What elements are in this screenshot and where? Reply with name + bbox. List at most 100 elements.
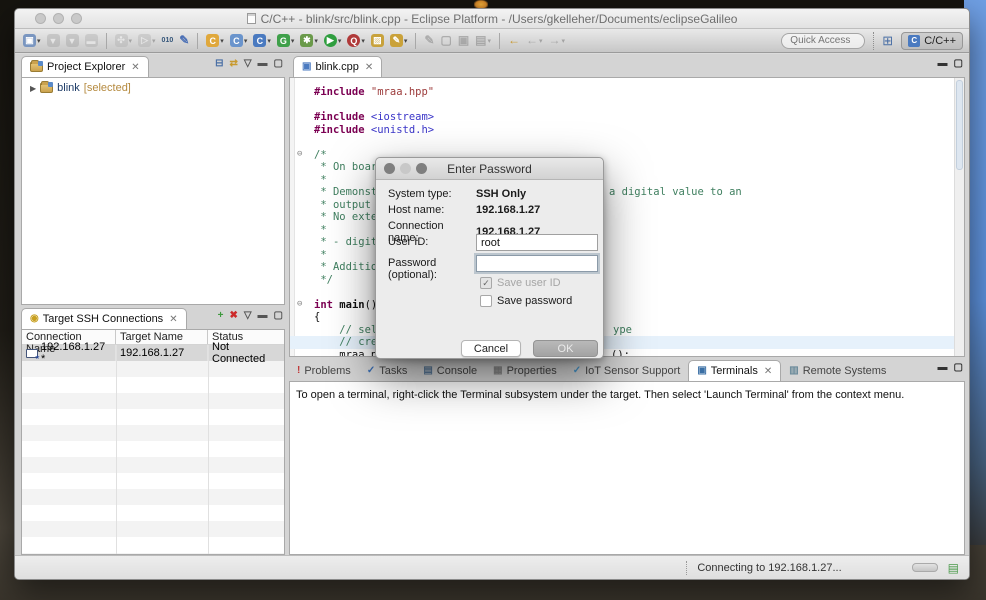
editor-scrollbar[interactable] [954, 78, 964, 356]
debug-icon[interactable]: ✱▾ [298, 33, 320, 48]
user-id-input[interactable] [476, 234, 598, 251]
open-perspective-icon[interactable]: ⊞ [882, 33, 893, 49]
view-menu-icon[interactable]: ▽ [244, 310, 252, 322]
checkbox-save-user-id[interactable]: ✓Save user ID [480, 277, 561, 289]
link-editor-icon[interactable]: ▣ [456, 33, 471, 48]
close-window-icon[interactable] [384, 163, 395, 174]
last-edit-location-icon[interactable]: ← [506, 33, 522, 48]
pin-editor-icon[interactable]: ▢ [438, 33, 453, 48]
close-icon[interactable]: ✕ [169, 314, 177, 325]
pencil-icon[interactable]: ✎ [422, 33, 436, 48]
password-input[interactable] [476, 255, 598, 272]
zoom-window-icon[interactable] [71, 13, 82, 24]
fold-minus-icon[interactable]: ⊖ [297, 150, 302, 159]
checkbox-save-password[interactable]: Save password [480, 295, 572, 307]
tab-iot-sensor-support[interactable]: ✓IoT Sensor Support [565, 360, 689, 381]
table-row[interactable]: 192.168.1.27 *192.168.1.27Not Connected [22, 345, 284, 361]
external-tools-icon[interactable]: ▷▾ [136, 33, 158, 48]
window-titlebar[interactable]: C/C++ - blink/src/blink.cpp - Eclipse Pl… [15, 9, 969, 29]
tree-item-blink[interactable]: ▶ blink [selected] [22, 78, 284, 94]
column-header[interactable]: Target Name [116, 330, 208, 344]
fold-minus-icon[interactable]: ⊖ [297, 300, 302, 309]
close-icon[interactable]: ✕ [365, 62, 373, 73]
enter-password-dialog: Enter Password System type:SSH OnlyHost … [375, 157, 604, 359]
binary-010-icon[interactable]: 010 [160, 36, 176, 45]
connection-icon [26, 349, 38, 358]
new-connection-icon[interactable]: + [218, 310, 224, 322]
search-icon[interactable]: ✎▾ [388, 33, 410, 48]
profile-icon[interactable]: Q▾ [345, 33, 367, 48]
layers-icon[interactable]: ▤▾ [473, 33, 493, 48]
minimize-icon[interactable]: ▬ [938, 58, 948, 70]
dropdown-arrow-icon: ▾ [220, 37, 224, 45]
console-log-icon[interactable]: ▤ [948, 562, 959, 574]
heap-status-icon[interactable] [912, 563, 938, 572]
iot-sensor-icon: ✓ [573, 366, 581, 376]
terminals-icon: ▣ [697, 366, 706, 376]
print-icon[interactable]: ▬ [83, 33, 100, 48]
maximize-icon[interactable]: ▢ [274, 310, 283, 322]
dropdown-arrow-icon: ▾ [338, 37, 342, 45]
column-divider [116, 345, 117, 554]
quill-icon[interactable]: ✎ [177, 33, 191, 48]
maximize-icon[interactable]: ▢ [954, 58, 963, 70]
delete-connection-icon[interactable]: ✖ [229, 310, 237, 322]
toolbar-separator [197, 33, 198, 49]
expand-arrow-icon[interactable]: ▶ [30, 84, 36, 93]
toolbar-separator [873, 32, 874, 50]
new-wizard-icon[interactable]: ▣▾ [21, 33, 43, 48]
dropdown-arrow-icon: ▾ [152, 37, 156, 45]
dropdown-arrow-icon: ▾ [314, 37, 318, 45]
dropdown-arrow-icon: ▾ [404, 37, 408, 45]
code-line [290, 136, 954, 149]
tab-target-ssh-connections[interactable]: ◉ Target SSH Connections ✕ [21, 308, 187, 329]
perspective-button-cpp[interactable]: C C/C++ [901, 32, 963, 50]
view-menu-icon[interactable]: ▽ [244, 58, 252, 70]
forward-icon[interactable]: →▾ [547, 33, 568, 48]
close-icon[interactable]: ✕ [131, 62, 139, 73]
problems-icon: ! [297, 366, 300, 376]
tab-terminals[interactable]: ▣Terminals✕ [688, 360, 781, 381]
minimize-icon[interactable]: ▬ [258, 58, 268, 70]
project-explorer-icon [30, 62, 43, 72]
tab-problems[interactable]: !Problems [289, 360, 359, 381]
make-targets-icon[interactable]: G▾ [275, 33, 297, 48]
c-element-icon[interactable]: C▾ [251, 33, 273, 48]
tab-project-explorer[interactable]: Project Explorer ✕ [21, 56, 149, 77]
close-icon[interactable]: ✕ [764, 366, 772, 377]
link-with-editor-icon[interactable]: ⇄ [229, 58, 237, 70]
tab-console[interactable]: ▤Console [415, 360, 485, 381]
open-resource-icon[interactable]: ▨ [369, 33, 386, 48]
run-icon[interactable]: ▶▾ [322, 33, 344, 48]
console-icon: ▤ [423, 366, 432, 376]
maximize-icon[interactable]: ▢ [954, 362, 963, 374]
tab-properties[interactable]: ▦Properties [485, 360, 565, 381]
quick-access-input[interactable] [781, 33, 865, 49]
tab-remote-systems[interactable]: ▥Remote Systems [781, 360, 894, 381]
minimize-icon[interactable]: ▬ [938, 362, 948, 374]
maximize-icon[interactable]: ▢ [274, 58, 283, 70]
ssh-connections-view: ◉ Target SSH Connections ✕ +✖▽▬▢ Connect… [21, 307, 285, 555]
tab-tasks[interactable]: ✓Tasks [359, 360, 416, 381]
save-icon[interactable]: ▼ [45, 33, 62, 48]
project-explorer-tree: ▶ blink [selected] [21, 77, 285, 305]
code-fragment: a digital value to an [609, 186, 742, 199]
dialog-titlebar[interactable]: Enter Password [376, 158, 603, 180]
save-all-icon[interactable]: ▼ [64, 33, 81, 48]
collapse-all-icon[interactable]: ⊟ [215, 58, 223, 70]
build-project-icon[interactable]: C▾ [204, 33, 226, 48]
minimize-window-icon[interactable] [53, 13, 64, 24]
zoom-window-icon[interactable] [416, 163, 427, 174]
minimize-window-icon[interactable] [400, 163, 411, 174]
new-c-project-icon[interactable]: C▾ [228, 33, 250, 48]
close-window-icon[interactable] [35, 13, 46, 24]
new-connection-wizard-icon[interactable]: ✣▾ [113, 33, 135, 48]
back-icon[interactable]: ←▾ [524, 33, 545, 48]
empty-row [22, 537, 284, 553]
ok-button[interactable]: OK [533, 340, 598, 357]
dropdown-arrow-icon: ▾ [539, 37, 543, 45]
cpp-perspective-icon: C [908, 35, 920, 47]
cancel-button[interactable]: Cancel [461, 340, 521, 357]
tab-blink-cpp[interactable]: ▣ blink.cpp ✕ [293, 56, 382, 77]
minimize-icon[interactable]: ▬ [258, 310, 268, 322]
